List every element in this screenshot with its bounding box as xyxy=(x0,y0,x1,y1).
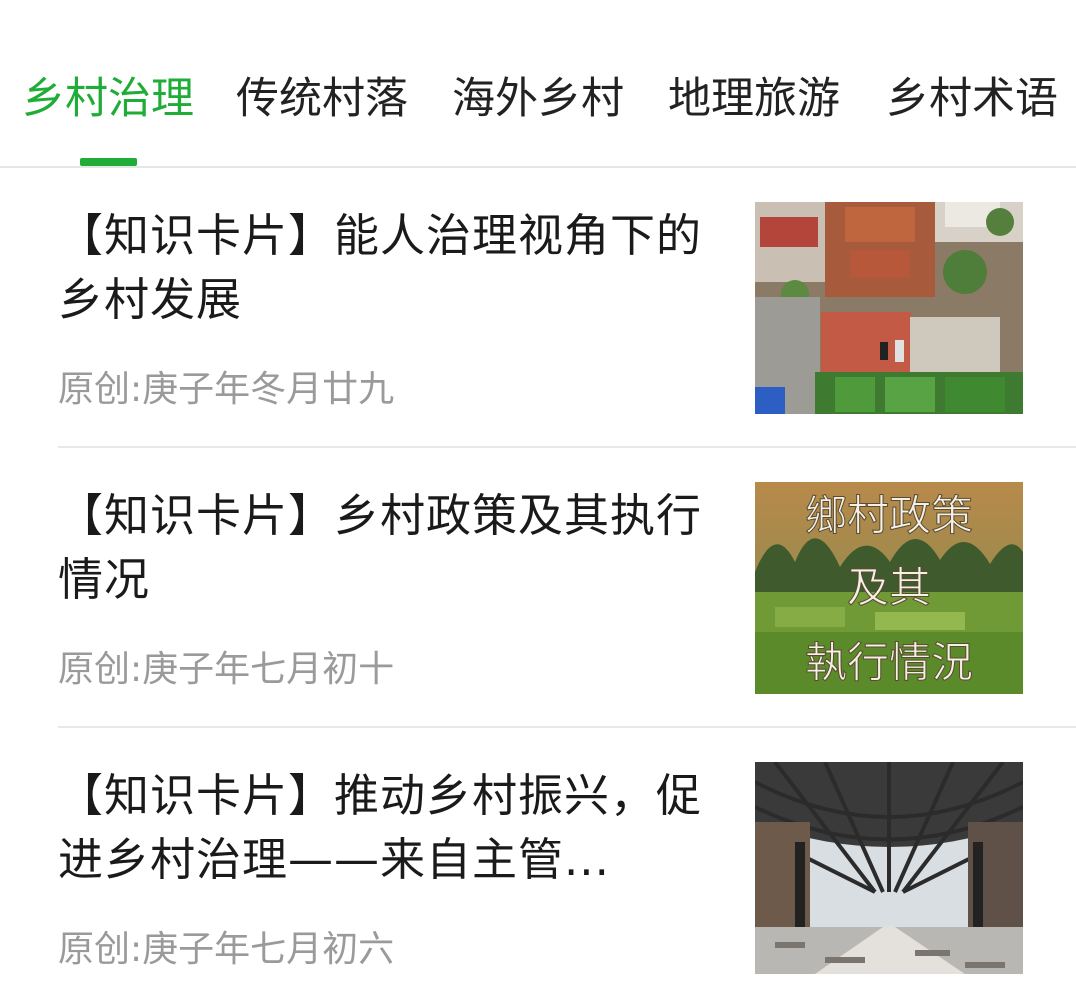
thumbnail-caption-line: 鄉村政策 xyxy=(805,491,973,540)
active-tab-indicator xyxy=(80,158,137,166)
article-thumbnail-karst-landscape[interactable]: 鄉村政策 及其 執行情況 xyxy=(755,482,1023,694)
tab-rural-terms[interactable]: 乡村术语 xyxy=(886,72,1058,126)
article-title[interactable]: 【知识卡片】推动乡村振兴，促进乡村治理——来自主管... xyxy=(58,764,718,892)
tab-traditional-villages[interactable]: 传统村落 xyxy=(236,72,408,126)
article-title[interactable]: 【知识卡片】能人治理视角下的乡村发展 xyxy=(58,204,718,332)
tab-village-governance[interactable]: 乡村治理 xyxy=(22,72,194,126)
tab-overseas-villages[interactable]: 海外乡村 xyxy=(452,72,624,126)
article-meta: 原创:庚子年七月初十 xyxy=(58,649,395,690)
article-item[interactable]: 【知识卡片】能人治理视角下的乡村发展 原创:庚子年冬月廿九 xyxy=(58,168,1076,448)
article-item[interactable]: 【知识卡片】乡村政策及其执行情况 原创:庚子年七月初十 鄉村政策 及其 執行情況 xyxy=(58,448,1076,728)
article-meta: 原创:庚子年七月初六 xyxy=(58,929,395,970)
article-meta: 原创:庚子年冬月廿九 xyxy=(58,369,395,410)
article-title[interactable]: 【知识卡片】乡村政策及其执行情况 xyxy=(58,484,718,612)
thumbnail-caption-line: 及其 xyxy=(847,563,931,612)
thumbnail-caption-line: 執行情況 xyxy=(805,638,973,687)
article-thumbnail-steel-corridor[interactable] xyxy=(755,762,1023,974)
article-thumbnail-aerial-village[interactable] xyxy=(755,202,1023,414)
tab-geography-travel[interactable]: 地理旅游 xyxy=(668,72,840,126)
article-item[interactable]: 【知识卡片】推动乡村振兴，促进乡村治理——来自主管... 原创:庚子年七月初六 xyxy=(58,728,1076,1007)
channel-tab-bar: 乡村治理 传统村落 海外乡村 地理旅游 乡村术语 xyxy=(0,0,1076,168)
